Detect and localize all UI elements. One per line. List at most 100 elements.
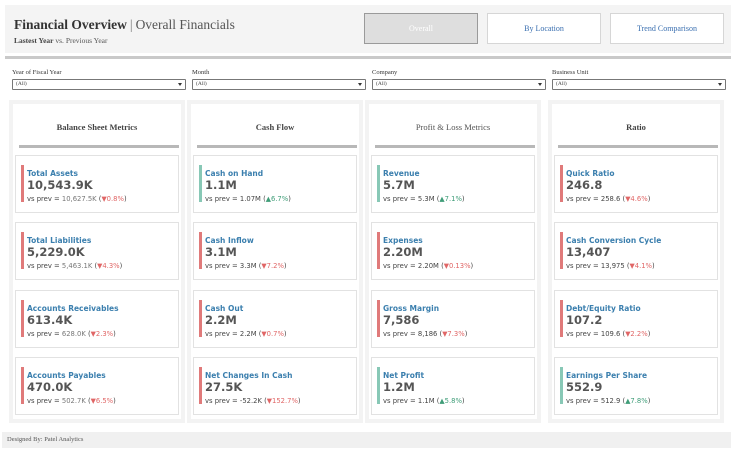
kpi-name: Net Changes In Cash — [205, 371, 293, 380]
kpi-card-debt-equity-ratio[interactable]: Debt/Equity Ratio 107.2 vs prev = 109.6 … — [554, 290, 718, 348]
change-percent: ▼0.8% — [101, 195, 124, 203]
kpi-comparison: vs prev = 2.2M (▼0.7%) — [205, 330, 287, 338]
kpi-comparison: vs prev = 5.3M (▲7.1%) — [383, 195, 465, 203]
previous-value: 5,463.1K — [61, 262, 93, 270]
kpi-name: Cash Out — [205, 304, 244, 313]
kpi-card-cash-on-hand[interactable]: Cash on Hand 1.1M vs prev = 1.07M (▲6.7%… — [193, 155, 357, 213]
trend-indicator-bar — [21, 300, 24, 337]
period-vs: vs. — [55, 36, 64, 45]
kpi-value: 1.2M — [383, 380, 415, 394]
trend-indicator-bar — [560, 300, 563, 337]
kpi-card-total-liabilities[interactable]: Total Liabilities 5,229.0K vs prev = 5,4… — [15, 222, 179, 280]
previous-value: 1.1M — [417, 397, 435, 405]
kpi-card-cash-out[interactable]: Cash Out 2.2M vs prev = 2.2M (▼0.7%) — [193, 290, 357, 348]
trend-indicator-bar — [377, 232, 380, 269]
company-dropdown[interactable]: (All) — [372, 79, 546, 90]
kpi-comparison: vs prev = 5,463.1K (▼4.3%) — [27, 262, 123, 270]
previous-value: 5.3M — [417, 195, 435, 203]
dropdown-value: (All) — [196, 81, 207, 87]
kpi-name: Debt/Equity Ratio — [566, 304, 641, 313]
business-unit-dropdown[interactable]: (All) — [552, 79, 726, 90]
trend-indicator-bar — [560, 367, 563, 404]
comparison-label: vs prev = — [205, 262, 240, 270]
kpi-name: Total Liabilities — [27, 236, 92, 245]
kpi-card-gross-margin[interactable]: Gross Margin 7,586 vs prev = 8,186 (▼7.3… — [371, 290, 535, 348]
kpi-card-earnings-per-share[interactable]: Earnings Per Share 552.9 vs prev = 512.9… — [554, 357, 718, 415]
kpi-card-net-changes-in-cash[interactable]: Net Changes In Cash 27.5K vs prev = -52.… — [193, 357, 357, 415]
month-dropdown[interactable]: (All) — [192, 79, 366, 90]
kpi-card-accounts-receivables[interactable]: Accounts Receivables 613.4K vs prev = 62… — [15, 290, 179, 348]
change-percent: ▼0.7% — [261, 330, 284, 338]
period-previous: Previous Year — [65, 36, 108, 45]
dashboard-header: Financial Overview | Overall Financials La… — [5, 5, 731, 53]
fiscal-year-dropdown[interactable]: (All) — [12, 79, 186, 90]
previous-value: 13,975 — [600, 262, 625, 270]
kpi-comparison: vs prev = 8,186 (▼7.3%) — [383, 330, 468, 338]
comparison-label: vs prev = — [205, 397, 240, 405]
kpi-comparison: vs prev = 512.9 (▲7.8%) — [566, 397, 651, 405]
kpi-card-quick-ratio[interactable]: Quick Ratio 246.8 vs prev = 258.6 (▼4.6%… — [554, 155, 718, 213]
change-percent: ▼2.2% — [625, 330, 648, 338]
kpi-value: 246.8 — [566, 178, 603, 192]
kpi-value: 13,407 — [566, 245, 611, 259]
chevron-down-icon — [538, 83, 542, 86]
kpi-card-cash-inflow[interactable]: Cash Inflow 3.1M vs prev = 3.3M (▼7.2%) — [193, 222, 357, 280]
panel-divider — [19, 145, 179, 148]
period-current: Lastest Year — [14, 36, 54, 45]
kpi-value: 3.1M — [205, 245, 237, 259]
previous-value: 512.9 — [600, 397, 621, 405]
trend-comparison-button[interactable]: Trend Comparison — [610, 13, 724, 44]
trend-indicator-bar — [199, 232, 202, 269]
kpi-name: Quick Ratio — [566, 169, 615, 178]
previous-value: 2.20M — [417, 262, 439, 270]
panel-divider — [558, 145, 718, 148]
trend-indicator-bar — [377, 367, 380, 404]
kpi-name: Earnings Per Share — [566, 371, 648, 380]
chevron-down-icon — [358, 83, 362, 86]
panel-title: Cash Flow — [255, 122, 295, 132]
change-percent: ▼4.1% — [629, 262, 653, 270]
kpi-comparison: vs prev = 258.6 (▼4.6%) — [566, 195, 651, 203]
kpi-card-total-assets[interactable]: Total Assets 10,543.9K vs prev = 10,627.… — [15, 155, 179, 213]
kpi-card-net-profit[interactable]: Net Profit 1.2M vs prev = 1.1M (▲5.8%) — [371, 357, 535, 415]
kpi-value: 1.1M — [205, 178, 237, 192]
filter-business-unit: Business Unit (All) — [552, 69, 726, 90]
kpi-card-cash-conversion-cycle[interactable]: Cash Conversion Cycle 13,407 vs prev = 1… — [554, 222, 718, 280]
trend-indicator-bar — [21, 367, 24, 404]
change-percent: ▼7.3% — [442, 330, 465, 338]
kpi-card-revenue[interactable]: Revenue 5.7M vs prev = 5.3M (▲7.1%) — [371, 155, 535, 213]
page-title: Financial Overview | Overall Financials — [14, 17, 235, 33]
cash-flow-panel: Cash Flow Cash on Hand 1.1M vs prev = 1.… — [187, 100, 363, 423]
kpi-name: Revenue — [383, 169, 420, 178]
chevron-down-icon — [718, 83, 722, 86]
comparison-label: vs prev = — [383, 397, 418, 405]
kpi-name: Gross Margin — [383, 304, 440, 313]
kpi-value: 10,543.9K — [27, 178, 93, 192]
kpi-card-expenses[interactable]: Expenses 2.20M vs prev = 2.20M (▼0.13%) — [371, 222, 535, 280]
kpi-value: 470.0K — [27, 380, 73, 394]
kpi-comparison: vs prev = 628.0K (▼2.3%) — [27, 330, 116, 338]
change-percent: ▼0.13% — [443, 262, 471, 270]
comparison-label: vs prev = — [27, 397, 62, 405]
kpi-value: 27.5K — [205, 380, 243, 394]
kpi-name: Cash on Hand — [205, 169, 264, 178]
kpi-comparison: vs prev = 502.7K (▼6.5%) — [27, 397, 116, 405]
previous-value: 502.7K — [61, 397, 86, 405]
change-percent: ▲6.7% — [265, 195, 289, 203]
previous-value: 10,627.5K — [61, 195, 97, 203]
trend-indicator-bar — [377, 165, 380, 202]
comparison-label: vs prev = — [566, 195, 601, 203]
comparison-label: vs prev = — [566, 330, 601, 338]
kpi-value: 613.4K — [27, 313, 73, 327]
change-percent: ▲7.1% — [439, 195, 462, 203]
title-main: Financial Overview — [14, 17, 127, 32]
kpi-name: Accounts Payables — [27, 371, 106, 380]
kpi-comparison: vs prev = 13,975 (▼4.1%) — [566, 262, 655, 270]
by-location-button[interactable]: By Location — [487, 13, 601, 44]
kpi-card-accounts-payables[interactable]: Accounts Payables 470.0K vs prev = 502.7… — [15, 357, 179, 415]
trend-indicator-bar — [199, 300, 202, 337]
change-percent: ▼152.7% — [266, 397, 298, 405]
previous-value: 2.2M — [239, 330, 257, 338]
overall-button[interactable]: Overall — [364, 13, 478, 44]
title-separator: | — [129, 17, 133, 32]
